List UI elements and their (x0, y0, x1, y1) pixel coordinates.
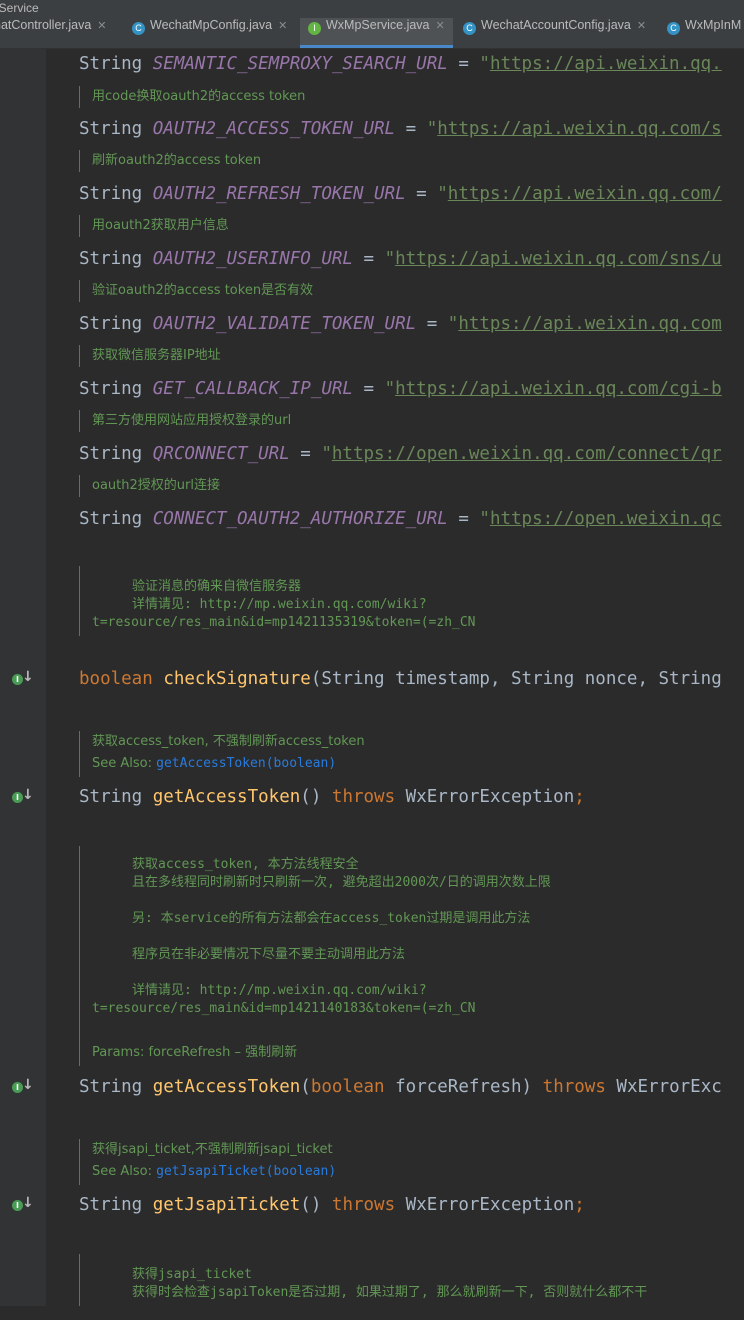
tab-wechatmpconfig[interactable]: C WechatMpConfig.java ✕ (124, 18, 295, 48)
url-link[interactable]: https://api.weixin.qq.com (458, 314, 721, 334)
url-link[interactable]: https://api.weixin.qq.com/ (448, 184, 722, 204)
implementations-marker[interactable]: I ↓ (10, 787, 36, 807)
method-declaration[interactable]: String getAccessToken() throws WxErrorEx… (79, 785, 585, 809)
doc-comment: 验证oauth2的access token是否有效 (79, 280, 313, 302)
class-icon: C (667, 22, 680, 35)
method-declaration[interactable]: boolean checkSignature(String timestamp,… (79, 667, 722, 691)
constant-name: QRCONNECT_URL (152, 444, 290, 464)
interface-icon: I (308, 22, 321, 35)
title-bar: pService (0, 0, 744, 18)
doc-comment: 获取微信服务器IP地址 (79, 345, 221, 367)
see-also-link[interactable]: getAccessToken(boolean) (156, 756, 336, 771)
close-icon[interactable]: ✕ (97, 20, 106, 32)
arrow-down-icon: ↓ (22, 669, 34, 685)
tab-label: WechatAccountConfig.java (481, 18, 631, 32)
code-line[interactable]: String SEMANTIC_SEMPROXY_SEARCH_URL = "h… (79, 52, 722, 76)
arrow-down-icon: ↓ (22, 1195, 34, 1211)
code-line[interactable]: String QRCONNECT_URL = "https://open.wei… (79, 442, 722, 466)
implementations-marker[interactable]: I ↓ (10, 1195, 36, 1215)
doc-comment: 验证消息的确来自微信服务器 详情请见: http://mp.weixin.qq.… (79, 566, 732, 636)
tab-wechataccountconfig[interactable]: C WechatAccountConfig.java ✕ (455, 18, 654, 48)
code-line[interactable]: String CONNECT_OAUTH2_AUTHORIZE_URL = "h… (79, 507, 722, 531)
method-declaration[interactable]: String getJsapiTicket() throws WxErrorEx… (79, 1193, 585, 1217)
doc-comment: 刷新oauth2的access token (79, 150, 261, 172)
method-name: checkSignature (163, 669, 311, 689)
url-link[interactable]: https://api.weixin.qq. (490, 54, 722, 74)
constant-name: OAUTH2_VALIDATE_TOKEN_URL (152, 314, 417, 334)
close-icon[interactable]: ✕ (436, 20, 445, 32)
tab-label: WechatMpConfig.java (150, 18, 273, 32)
url-link[interactable]: https://open.weixin.qq.com/connect/qr (332, 444, 722, 464)
close-icon[interactable]: ✕ (278, 20, 287, 32)
doc-comment: 用code换取oauth2的access token (79, 86, 305, 108)
constant-name: OAUTH2_REFRESH_TOKEN_URL (152, 184, 406, 204)
doc-comment: 获取access_token, 本方法线程安全 且在多线程同时刷新时只刷新一次,… (79, 846, 732, 1066)
doc-comment: 第三方使用网站应用授权登录的url (79, 410, 291, 432)
see-also-link[interactable]: getJsapiTicket(boolean) (156, 1164, 336, 1179)
tab-label: WxMpInM (685, 18, 742, 32)
url-link[interactable]: https://open.weixin.qc (490, 509, 722, 529)
close-icon[interactable]: ✕ (637, 20, 646, 32)
url-link[interactable]: https://api.weixin.qq.com/cgi-b (395, 379, 722, 399)
arrow-down-icon: ↓ (22, 1077, 34, 1093)
doc-comment: 获得jsapi_ticket,不强制刷新jsapi_ticket See Als… (79, 1139, 732, 1185)
doc-comment: 获取access_token, 不强制刷新access_token See Al… (79, 731, 732, 777)
editor-tab-bar: hatController.java ✕ C WechatMpConfig.java… (0, 18, 744, 49)
doc-comment: 用oauth2获取用户信息 (79, 215, 229, 237)
doc-comment: 获得jsapi_ticket 获得时会检查jsapiToken是否过期, 如果过… (79, 1254, 732, 1306)
implementations-marker[interactable]: I ↓ (10, 669, 36, 689)
constant-name: GET_CALLBACK_IP_URL (152, 379, 353, 399)
class-icon: C (463, 22, 476, 35)
method-name: getAccessToken (152, 1077, 301, 1097)
implementations-marker[interactable]: I ↓ (10, 1077, 36, 1097)
class-icon: C (132, 22, 145, 35)
code-line[interactable]: String GET_CALLBACK_IP_URL = "https://ap… (79, 377, 722, 401)
method-name: getAccessToken (152, 787, 301, 807)
constant-name: CONNECT_OAUTH2_AUTHORIZE_URL (152, 509, 448, 529)
tab-label: WxMpService.java (326, 18, 430, 32)
url-link[interactable]: https://api.weixin.qq.com/s (437, 119, 721, 139)
tab-wxmpservice[interactable]: I WxMpService.java ✕ (300, 18, 453, 48)
constant-name: OAUTH2_ACCESS_TOKEN_URL (152, 119, 396, 139)
code-line[interactable]: String OAUTH2_USERINFO_URL = "https://ap… (79, 247, 722, 271)
url-link[interactable]: https://api.weixin.qq.com/sns/u (395, 249, 722, 269)
arrow-down-icon: ↓ (22, 787, 34, 803)
tab-hatcontroller[interactable]: hatController.java ✕ (0, 18, 115, 48)
method-declaration[interactable]: String getAccessToken(boolean forceRefre… (79, 1075, 722, 1099)
code-line[interactable]: String OAUTH2_VALIDATE_TOKEN_URL = "http… (79, 312, 722, 336)
doc-comment: oauth2授权的url连接 (79, 475, 220, 497)
code-line[interactable]: String OAUTH2_ACCESS_TOKEN_URL = "https:… (79, 117, 722, 141)
tab-wxmpinm[interactable]: C WxMpInM (659, 18, 744, 48)
code-line[interactable]: String OAUTH2_REFRESH_TOKEN_URL = "https… (79, 182, 722, 206)
constant-name: SEMANTIC_SEMPROXY_SEARCH_URL (152, 54, 448, 74)
tab-label: hatController.java (0, 18, 92, 32)
constant-name: OAUTH2_USERINFO_URL (152, 249, 353, 269)
method-name: getJsapiTicket (152, 1195, 301, 1215)
window-title: pService (0, 1, 39, 15)
